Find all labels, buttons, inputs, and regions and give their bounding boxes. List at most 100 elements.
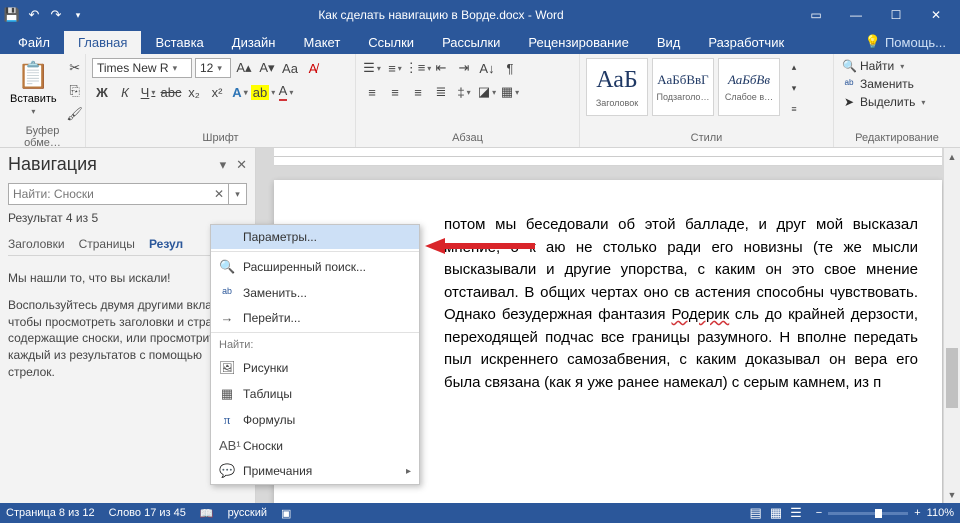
menu-replace[interactable]: ᵃᵇЗаменить... xyxy=(211,280,419,305)
ribbon-opts-icon[interactable]: ▭ xyxy=(796,0,836,30)
group-font: Times New R▾ 12▾ A▴ A▾ Aa A̸ Ж К Ч▾ abc … xyxy=(86,54,356,147)
tab-developer[interactable]: Разработчик xyxy=(694,31,798,54)
shading-icon[interactable]: ◪▾ xyxy=(477,82,497,102)
tab-layout[interactable]: Макет xyxy=(289,31,354,54)
select-button[interactable]: ➤Выделить▾ xyxy=(840,94,927,110)
view-read-icon[interactable]: ▤ xyxy=(750,505,762,521)
arrow-right-icon: → xyxy=(219,310,235,325)
tab-mailings[interactable]: Рассылки xyxy=(428,31,514,54)
indent-left-icon[interactable]: ⇤ xyxy=(431,58,451,78)
tab-view[interactable]: Вид xyxy=(643,31,695,54)
sort-icon[interactable]: A↓ xyxy=(477,58,497,78)
status-words[interactable]: Слово 17 из 45 xyxy=(109,507,186,519)
nav-options-icon[interactable]: ▾ xyxy=(220,157,227,173)
tab-review[interactable]: Рецензирование xyxy=(514,31,642,54)
text-effects-icon[interactable]: A▾ xyxy=(230,82,250,102)
tell-me[interactable]: 💡Помощь... xyxy=(855,30,956,54)
superscript-button[interactable]: x² xyxy=(207,82,227,102)
menu-find-pictures[interactable]: 🖼Рисунки xyxy=(211,355,419,381)
format-painter-icon[interactable]: 🖌 xyxy=(65,104,85,124)
status-macro-icon[interactable]: ▣ xyxy=(281,507,291,520)
menu-goto[interactable]: →Перейти... xyxy=(211,305,419,330)
status-proofing-icon[interactable]: 📖 xyxy=(200,507,214,520)
clear-search-icon[interactable]: ✕ xyxy=(214,187,224,201)
view-print-icon[interactable]: ▦ xyxy=(770,505,782,521)
style-subtle[interactable]: АаБбВвСлабое в… xyxy=(718,58,780,116)
tab-insert[interactable]: Вставка xyxy=(141,31,217,54)
show-marks-icon[interactable]: ¶ xyxy=(500,58,520,78)
menu-find-formulas[interactable]: πФормулы xyxy=(211,407,419,433)
menu-find-footnotes[interactable]: AB¹Сноски xyxy=(211,433,419,458)
subscript-button[interactable]: x₂ xyxy=(184,82,204,102)
underline-button[interactable]: Ч▾ xyxy=(138,82,158,102)
replace-button[interactable]: ᵃᵇЗаменить xyxy=(840,76,927,92)
indent-right-icon[interactable]: ⇥ xyxy=(454,58,474,78)
nav-tab-results[interactable]: Резул xyxy=(149,235,183,253)
tab-references[interactable]: Ссылки xyxy=(354,31,428,54)
ruler[interactable] xyxy=(274,148,942,166)
status-language[interactable]: русский xyxy=(228,507,267,519)
zoom-slider[interactable] xyxy=(828,512,908,515)
nav-tab-headings[interactable]: Заголовки xyxy=(8,235,65,253)
highlight-icon[interactable]: ab▾ xyxy=(253,82,273,102)
shrink-font-icon[interactable]: A▾ xyxy=(257,58,277,78)
style-subtitle[interactable]: АаБбВвГПодзаголо… xyxy=(652,58,714,116)
maximize-icon[interactable]: ☐ xyxy=(876,0,916,30)
scroll-down-icon[interactable]: ▼ xyxy=(944,486,960,503)
zoom-in-icon[interactable]: + xyxy=(914,507,920,519)
styles-scroll-up-icon[interactable]: ▴ xyxy=(784,58,804,76)
bold-button[interactable]: Ж xyxy=(92,82,112,102)
menu-find-tables[interactable]: ▦Таблицы xyxy=(211,381,419,407)
font-size-combo[interactable]: 12▾ xyxy=(195,58,231,78)
find-button[interactable]: 🔍Найти▾ xyxy=(840,58,927,74)
minimize-icon[interactable]: — xyxy=(836,0,876,30)
tab-file[interactable]: Файл xyxy=(4,31,64,54)
zoom-out-icon[interactable]: − xyxy=(816,507,822,519)
styles-scroll-down-icon[interactable]: ▾ xyxy=(784,79,804,97)
clear-format-icon[interactable]: A̸ xyxy=(303,58,323,78)
bullets-icon[interactable]: ☰▾ xyxy=(362,58,382,78)
change-case-icon[interactable]: Aa xyxy=(280,58,300,78)
help-label: Помощь... xyxy=(885,35,946,50)
view-web-icon[interactable]: ☰ xyxy=(790,505,802,521)
menu-options[interactable]: Параметры... xyxy=(211,225,419,249)
cut-icon[interactable]: ✂ xyxy=(65,58,85,78)
styles-more-icon[interactable]: ≡ xyxy=(784,100,804,118)
style-heading[interactable]: АаБЗаголовок xyxy=(586,58,648,116)
line-spacing-icon[interactable]: ‡▾ xyxy=(454,82,474,102)
tab-design[interactable]: Дизайн xyxy=(218,31,290,54)
multilevel-icon[interactable]: ⋮≡▾ xyxy=(408,58,428,78)
nav-close-icon[interactable]: ✕ xyxy=(236,157,247,173)
grow-font-icon[interactable]: A▴ xyxy=(234,58,254,78)
font-color-icon[interactable]: A▾ xyxy=(276,82,296,102)
close-icon[interactable]: ✕ xyxy=(916,0,956,30)
numbering-icon[interactable]: ≡▾ xyxy=(385,58,405,78)
scroll-up-icon[interactable]: ▲ xyxy=(944,148,960,165)
menu-find-comments[interactable]: 💬Примечания▸ xyxy=(211,458,419,484)
copy-icon[interactable]: ⎘ xyxy=(65,81,85,101)
undo-icon[interactable]: ↶ xyxy=(26,7,42,23)
group-editing: 🔍Найти▾ ᵃᵇЗаменить ➤Выделить▾ Редактиров… xyxy=(834,54,960,147)
redo-icon[interactable]: ↷ xyxy=(48,7,64,23)
align-left-icon[interactable]: ≡ xyxy=(362,82,382,102)
save-icon[interactable]: 💾 xyxy=(4,7,20,23)
justify-icon[interactable]: ≣ xyxy=(431,82,451,102)
align-center-icon[interactable]: ≡ xyxy=(385,82,405,102)
nav-search-input[interactable]: Найти: Сноски ✕ xyxy=(8,183,229,205)
nav-tab-pages[interactable]: Страницы xyxy=(79,235,135,253)
zoom-value[interactable]: 110% xyxy=(927,507,954,519)
vertical-scrollbar[interactable]: ▲ ▼ xyxy=(943,148,960,503)
scrollbar-thumb[interactable] xyxy=(946,348,958,408)
align-right-icon[interactable]: ≡ xyxy=(408,82,428,102)
nav-search-dropdown[interactable]: ▾ xyxy=(229,183,247,205)
font-size-value: 12 xyxy=(200,61,213,75)
tab-home[interactable]: Главная xyxy=(64,31,141,54)
status-page[interactable]: Страница 8 из 12 xyxy=(6,507,95,519)
qat-customize-icon[interactable]: ▾ xyxy=(70,7,86,23)
strike-button[interactable]: abc xyxy=(161,82,181,102)
paste-button[interactable]: 📋 Вставить ▾ xyxy=(6,58,61,118)
menu-advanced-find[interactable]: 🔍Расширенный поиск... xyxy=(211,254,419,280)
italic-button[interactable]: К xyxy=(115,82,135,102)
borders-icon[interactable]: ▦▾ xyxy=(500,82,520,102)
font-name-combo[interactable]: Times New R▾ xyxy=(92,58,192,78)
